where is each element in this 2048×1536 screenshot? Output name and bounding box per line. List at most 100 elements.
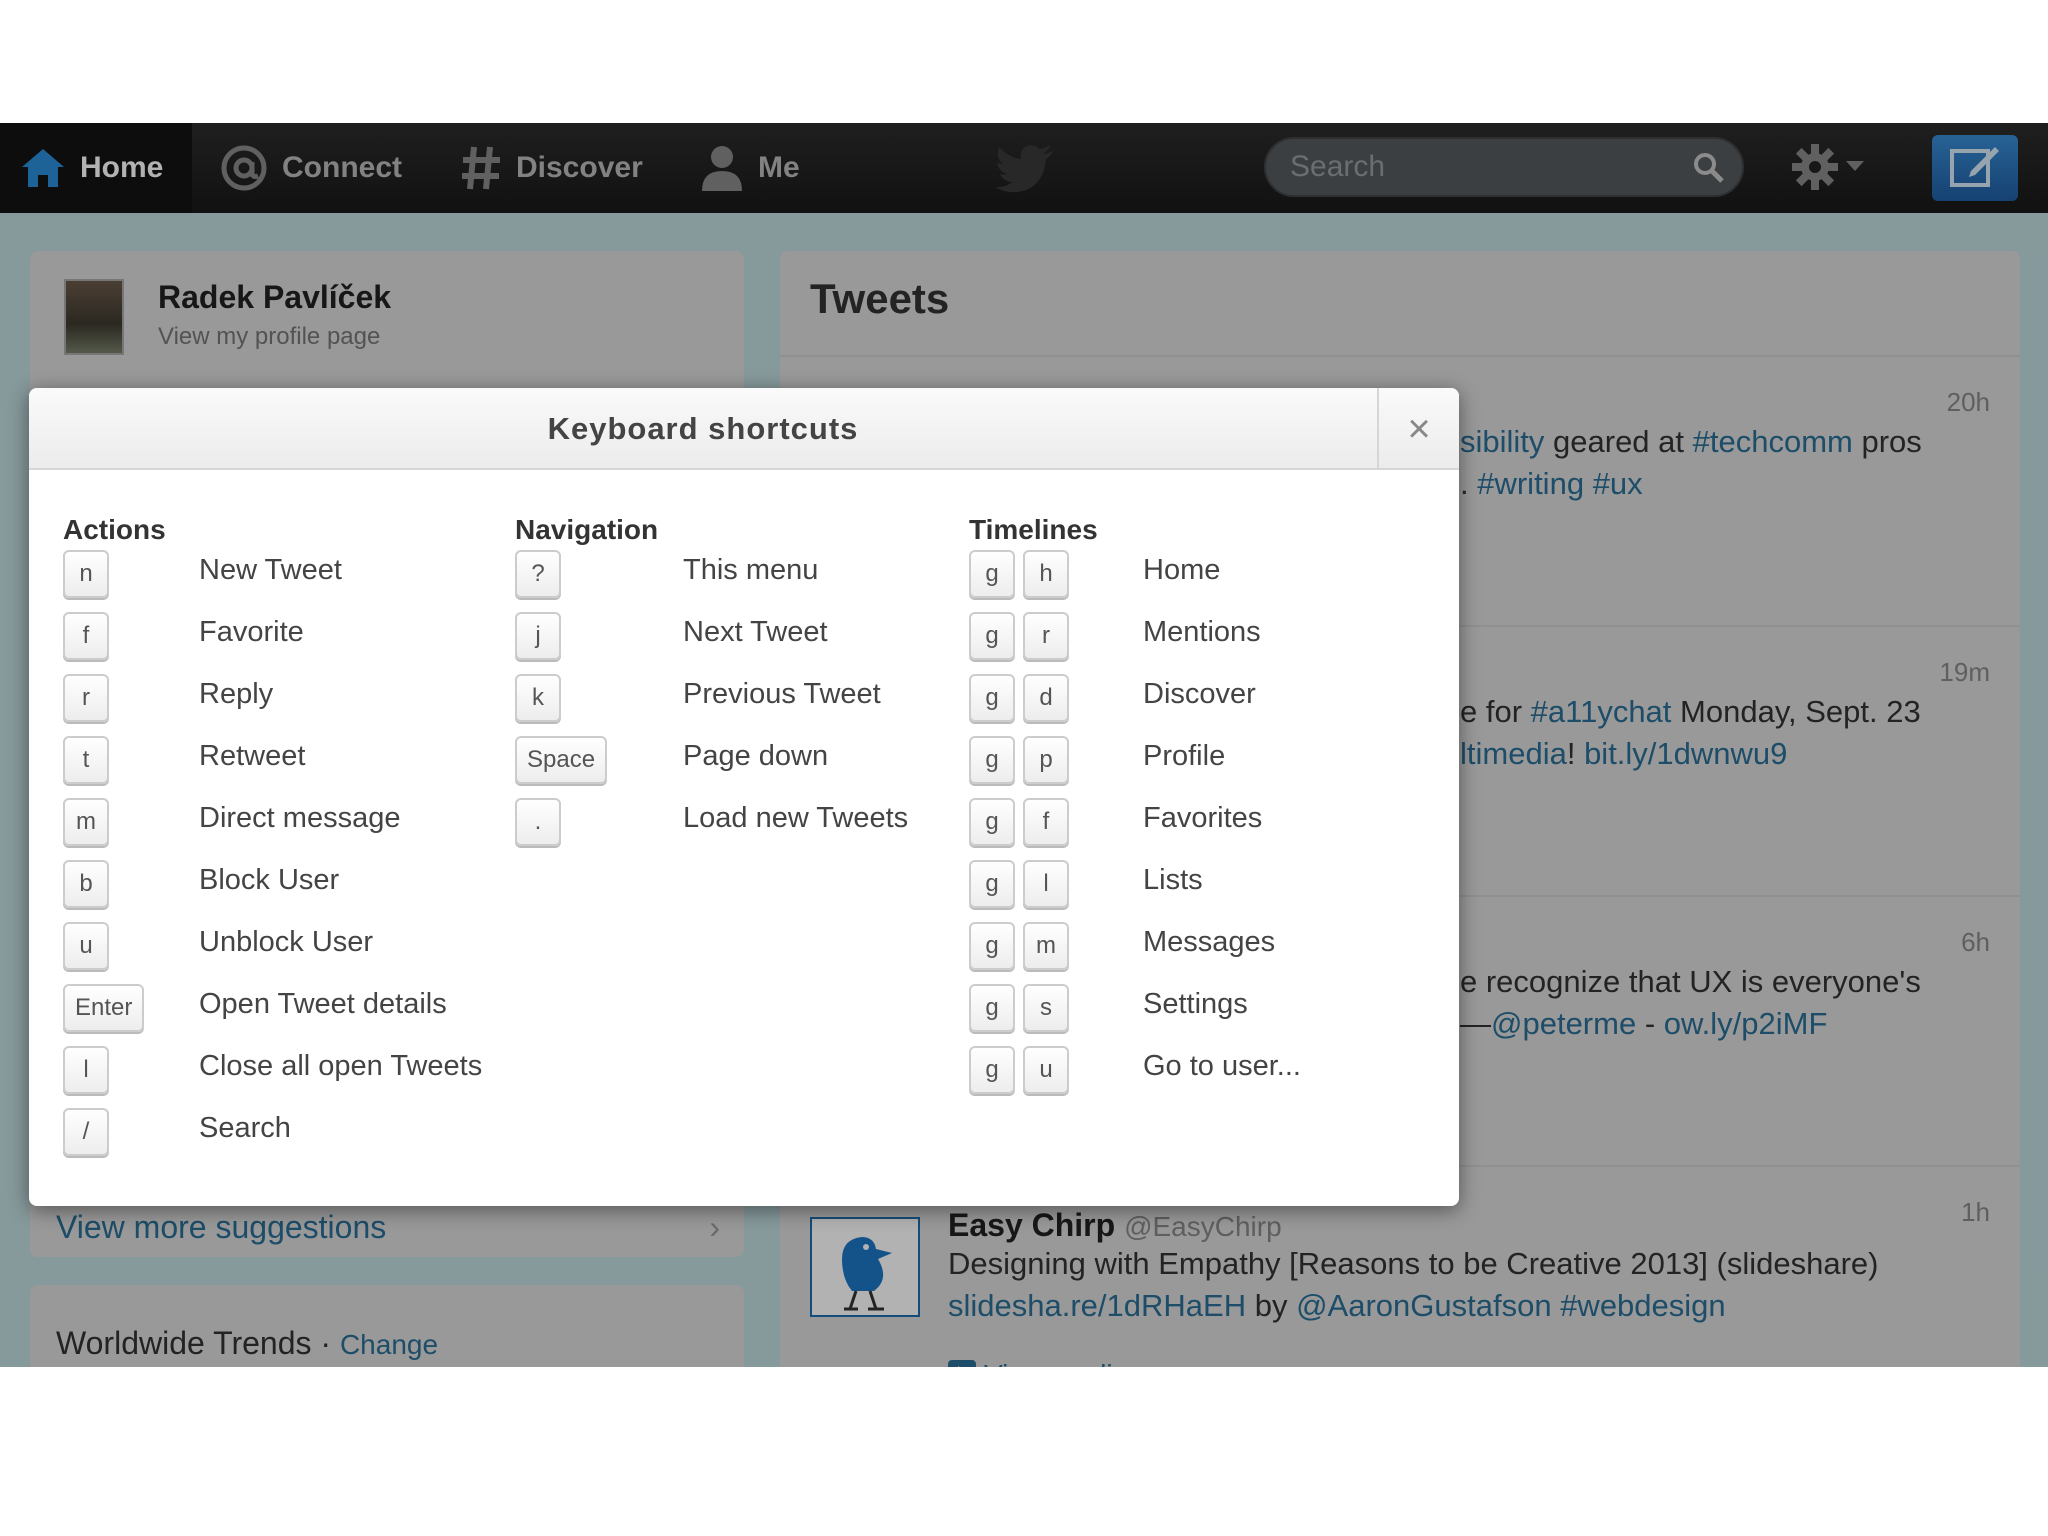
- navigation-column: Navigation ? This menu j Next Tweet k Previou…: [515, 514, 908, 860]
- shortcut-row: k Previous Tweet: [515, 674, 881, 736]
- shortcut-row: g m Messages: [969, 922, 1275, 984]
- shortcut-keys: gr: [969, 612, 1069, 660]
- shortcut-description: Direct message: [199, 802, 401, 834]
- shortcut-description: Block User: [199, 864, 340, 896]
- shortcut-keys: t: [63, 736, 109, 784]
- shortcut-keys: gs: [969, 984, 1069, 1032]
- keycap: h: [1023, 550, 1069, 598]
- keycap: Enter: [63, 984, 145, 1032]
- close-button[interactable]: ×: [1377, 388, 1459, 470]
- shortcut-description: Profile: [1143, 740, 1226, 772]
- keycap: u: [63, 922, 109, 970]
- shortcut-description: Lists: [1143, 864, 1203, 896]
- shortcut-keys: l: [63, 1046, 109, 1094]
- shortcut-row: r Reply: [63, 674, 273, 736]
- shortcut-row: g h Home: [969, 550, 1220, 612]
- dialog-title: Keyboard shortcuts: [547, 411, 859, 446]
- column-heading: Actions: [63, 514, 166, 545]
- shortcut-row: b Block User: [63, 860, 339, 922]
- shortcut-description: Favorites: [1143, 802, 1263, 834]
- shortcut-row: j Next Tweet: [515, 612, 828, 674]
- dialog-header: Keyboard shortcuts ×: [29, 388, 1459, 470]
- shortcut-row: g l Lists: [969, 860, 1203, 922]
- shortcut-description: This menu: [683, 554, 819, 586]
- shortcut-row: g d Discover: [969, 674, 1256, 736]
- close-icon: ×: [1407, 406, 1431, 451]
- keycap: g: [969, 612, 1015, 660]
- shortcut-keys: r: [63, 674, 109, 722]
- shortcut-keys: b: [63, 860, 109, 908]
- actions-column: Actions n New Tweet f Favorite r Reply t Retwee…: [63, 514, 482, 1170]
- keycap: g: [969, 922, 1015, 970]
- keycap: g: [969, 984, 1015, 1032]
- keycap: g: [969, 798, 1015, 846]
- keycap: g: [969, 736, 1015, 784]
- shortcut-keys: .: [515, 798, 561, 846]
- shortcut-keys: gp: [969, 736, 1069, 784]
- shortcut-keys: ?: [515, 550, 561, 598]
- keycap: /: [63, 1108, 109, 1156]
- shortcut-row: g r Mentions: [969, 612, 1261, 674]
- shortcut-description: Go to user...: [1143, 1050, 1301, 1082]
- shortcut-row: g u Go to user...: [969, 1046, 1301, 1108]
- shortcut-description: Next Tweet: [683, 616, 828, 648]
- shortcut-keys: gu: [969, 1046, 1069, 1094]
- keycap: r: [1023, 612, 1069, 660]
- keycap: g: [969, 674, 1015, 722]
- keycap: r: [63, 674, 109, 722]
- shortcut-row: g f Favorites: [969, 798, 1262, 860]
- shortcut-row: g s Settings: [969, 984, 1248, 1046]
- keycap: f: [63, 612, 109, 660]
- screen: Home Connect Discover Me Search Radek Pa…: [0, 0, 2048, 1536]
- keycap: j: [515, 612, 561, 660]
- shortcut-keys: gf: [969, 798, 1069, 846]
- keycap: .: [515, 798, 561, 846]
- shortcut-keys: k: [515, 674, 561, 722]
- keycap: t: [63, 736, 109, 784]
- shortcut-keys: gd: [969, 674, 1069, 722]
- shortcut-row: u Unblock User: [63, 922, 373, 984]
- shortcut-row: Enter Open Tweet details: [63, 984, 447, 1046]
- shortcut-keys: gh: [969, 550, 1069, 598]
- shortcut-description: Favorite: [199, 616, 304, 648]
- keycap: l: [63, 1046, 109, 1094]
- keycap: u: [1023, 1046, 1069, 1094]
- keycap: n: [63, 550, 109, 598]
- column-heading: Timelines: [969, 514, 1098, 545]
- shortcut-keys: /: [63, 1108, 109, 1156]
- shortcut-row: l Close all open Tweets: [63, 1046, 482, 1108]
- keycap: f: [1023, 798, 1069, 846]
- keycap: g: [969, 860, 1015, 908]
- shortcut-description: Page down: [683, 740, 829, 772]
- keycap: p: [1023, 736, 1069, 784]
- shortcut-description: Open Tweet details: [199, 988, 447, 1020]
- keycap: g: [969, 1046, 1015, 1094]
- shortcut-keys: f: [63, 612, 109, 660]
- shortcut-description: Close all open Tweets: [199, 1050, 483, 1082]
- keycap: s: [1023, 984, 1069, 1032]
- shortcut-keys: gl: [969, 860, 1069, 908]
- shortcut-row: n New Tweet: [63, 550, 342, 612]
- twitter-app: Home Connect Discover Me Search Radek Pa…: [0, 123, 2048, 1367]
- shortcut-row: . Load new Tweets: [515, 798, 908, 860]
- keycap: l: [1023, 860, 1069, 908]
- shortcut-description: Retweet: [199, 740, 306, 772]
- keycap: Space: [515, 736, 608, 784]
- shortcut-row: Space Page down: [515, 736, 828, 798]
- shortcut-row: g p Profile: [969, 736, 1225, 798]
- shortcut-description: Load new Tweets: [683, 802, 909, 834]
- shortcut-keys: u: [63, 922, 109, 970]
- shortcut-description: Home: [1143, 554, 1221, 586]
- shortcut-description: Search: [199, 1112, 291, 1144]
- keyboard-shortcuts-dialog: Keyboard shortcuts × Actions n New Tweet f…: [29, 388, 1459, 1206]
- shortcut-row: f Favorite: [63, 612, 304, 674]
- shortcut-description: Unblock User: [199, 926, 374, 958]
- shortcut-keys: Space: [515, 736, 608, 784]
- shortcut-keys: Enter: [63, 984, 145, 1032]
- keycap: m: [1023, 922, 1069, 970]
- keycap: m: [63, 798, 109, 846]
- keycap: d: [1023, 674, 1069, 722]
- keycap: b: [63, 860, 109, 908]
- shortcut-keys: m: [63, 798, 109, 846]
- shortcut-description: Discover: [1143, 678, 1256, 710]
